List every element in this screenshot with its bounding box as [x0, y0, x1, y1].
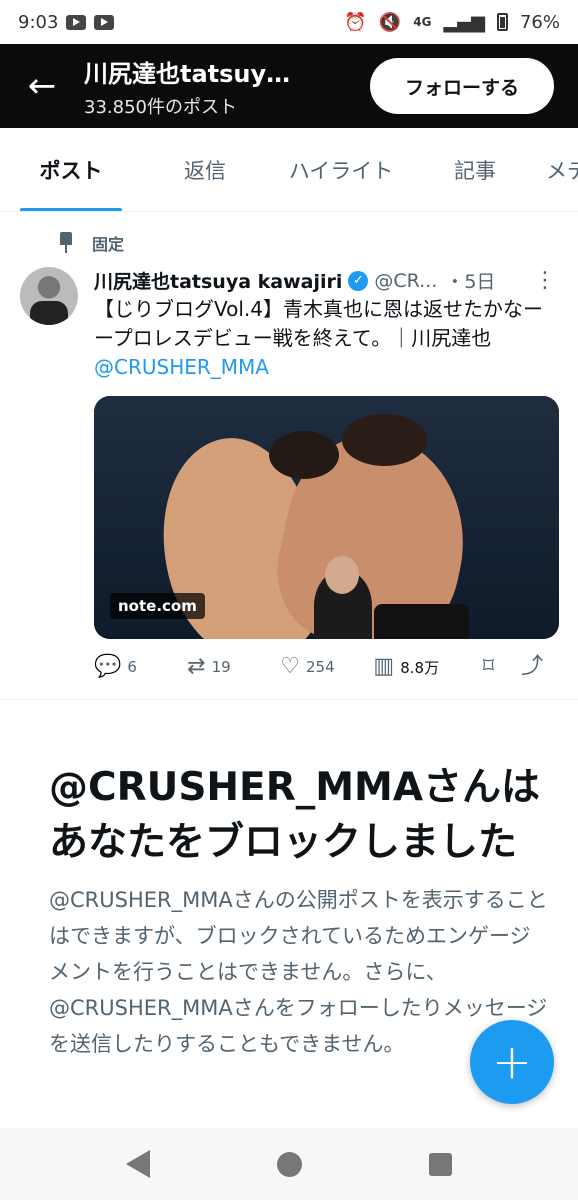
blocked-description: @CRUSHER_MMAさんの公開ポストを表示することはできますが、ブロックされ…: [49, 888, 548, 1056]
nav-back-icon[interactable]: [126, 1150, 150, 1178]
verified-badge-icon: ✓: [348, 270, 369, 291]
pinned-tweet[interactable]: 固定 川尻達也tatsuya kawajiri ✓ @CR... ・5日 ⋮ 【…: [0, 213, 578, 700]
more-options-icon[interactable]: ⋮: [534, 269, 556, 292]
share-action[interactable]: ⤴: [510, 656, 554, 678]
status-left: 9:03: [18, 11, 115, 33]
tweet-text[interactable]: 【じりブログVol.4】青木真也に恩は返せたかなーープロレスデビュー戦を終えて。…: [94, 295, 558, 382]
card-domain-label: note.com: [110, 593, 205, 619]
reply-count: 6: [127, 658, 137, 676]
post-date[interactable]: ・5日: [445, 267, 495, 294]
like-count: 254: [306, 658, 335, 676]
avatar-image: [30, 301, 68, 325]
mute-icon: 🔇: [378, 11, 402, 33]
reply-action[interactable]: 💬 6: [94, 656, 187, 678]
wrestler-hair-left: [269, 431, 339, 479]
author-name[interactable]: 川尻達也tatsuya kawajiri: [94, 267, 342, 294]
tab-media[interactable]: メデ: [532, 128, 578, 211]
tab-highlights[interactable]: ハイライト: [276, 128, 406, 211]
pin-icon: [58, 232, 74, 254]
views-icon: ▥: [373, 654, 395, 679]
alarm-icon: ⏰: [344, 11, 367, 33]
blocked-title: @CRUSHER_MMAさんはあなたをブロックしました: [49, 765, 541, 865]
compose-button[interactable]: +: [470, 1020, 554, 1104]
pinned-label: 固定: [92, 235, 125, 254]
tab-articles[interactable]: 記事: [440, 128, 510, 211]
follow-button[interactable]: フォローする: [370, 58, 554, 114]
referee-head-image: [325, 556, 359, 594]
profile-title: 川尻達也tatsuy…: [84, 59, 291, 88]
blocked-notice: @CRUSHER_MMAさんはあなたをブロックしました @CRUSHER_MMA…: [49, 760, 549, 1062]
avatar[interactable]: [20, 267, 78, 325]
profile-tabs: ポスト 返信 ハイライト 記事 メデ: [0, 128, 578, 212]
reply-icon: 💬: [94, 654, 122, 679]
repost-count: 19: [211, 658, 231, 676]
post-count: 33.850件のポスト: [84, 96, 237, 118]
pinned-indicator: 固定: [58, 231, 124, 255]
bookmark-action[interactable]: ⌑: [467, 656, 511, 678]
android-nav-bar: [0, 1128, 578, 1200]
link-card[interactable]: note.com: [94, 396, 559, 639]
tweet-body: 【じりブログVol.4】青木真也に恩は返せたかなーープロレスデビュー戦を終えて。…: [94, 297, 544, 350]
battery-icon: [496, 13, 508, 31]
tab-replies[interactable]: 返信: [156, 128, 254, 211]
tweet-actions: 💬 6 ⇄ 19 ♡ 254 ▥ 8.8万 ⌑ ⤴: [94, 653, 554, 681]
youtube-icon: [66, 14, 87, 30]
nav-home-icon[interactable]: [277, 1151, 302, 1177]
network-type: 4G: [413, 15, 432, 29]
wrestler-hair-right: [342, 414, 427, 466]
tab-posts[interactable]: ポスト: [20, 128, 122, 211]
profile-header: ← 川尻達也tatsuy… 33.850件のポスト フォローする: [0, 44, 578, 128]
view-count: 8.8万: [400, 658, 440, 677]
mention-link[interactable]: @CRUSHER_MMA: [94, 355, 269, 379]
battery-percentage: 76%: [519, 11, 560, 33]
header-text: 川尻達也tatsuy… 33.850件のポスト: [84, 54, 370, 119]
views-action[interactable]: ▥ 8.8万: [373, 656, 466, 678]
share-icon: ⤴: [521, 654, 544, 679]
nav-recents-icon[interactable]: [429, 1152, 452, 1176]
status-right: ⏰ 🔇 4G ▂▄▆ 76%: [344, 12, 560, 33]
bookmark-icon: ⌑: [482, 654, 495, 679]
tweet-header: 川尻達也tatsuya kawajiri ✓ @CR... ・5日 ⋮: [94, 267, 564, 294]
youtube-icon: [94, 14, 115, 30]
repost-icon: ⇄: [187, 654, 206, 679]
author-handle[interactable]: @CR...: [374, 270, 437, 292]
heart-icon: ♡: [280, 654, 301, 679]
signal-icon: ▂▄▆: [443, 11, 485, 33]
time: 9:03: [18, 11, 59, 33]
repost-action[interactable]: ⇄ 19: [187, 656, 280, 678]
black-trunks-image: [374, 604, 469, 639]
back-arrow-icon[interactable]: ←: [0, 44, 84, 128]
status-bar: 9:03 ⏰ 🔇 4G ▂▄▆ 76%: [0, 0, 578, 44]
like-action[interactable]: ♡ 254: [280, 656, 373, 678]
